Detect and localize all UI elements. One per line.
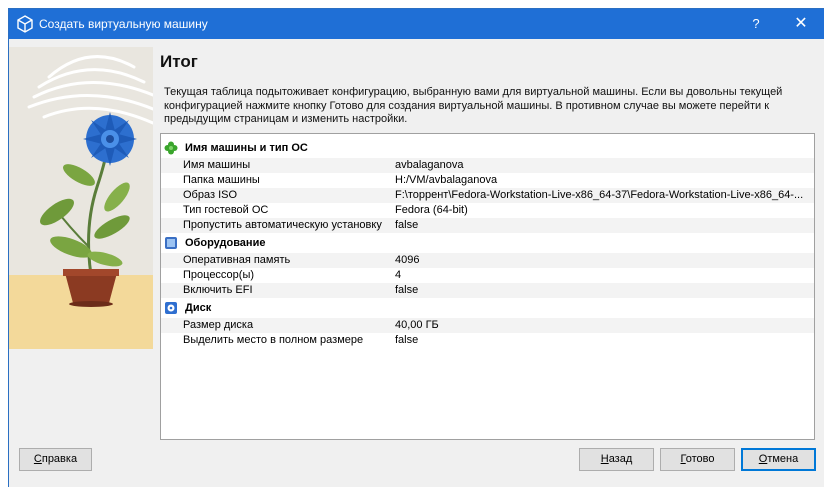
row-value: Fedora (64-bit)	[395, 204, 468, 216]
disk-icon	[165, 302, 177, 314]
finish-label: отово	[685, 453, 715, 465]
table-row[interactable]: Тип гостевой ОС Fedora (64-bit)	[161, 203, 814, 218]
title-bar[interactable]: Создать виртуальную машину ? ✕	[9, 9, 824, 39]
help-label: правка	[41, 453, 78, 465]
row-key: Размер диска	[183, 319, 254, 331]
chip-icon	[165, 237, 177, 249]
window-title: Создать виртуальную машину	[39, 17, 208, 31]
page-description: Текущая таблица подытоживает конфигураци…	[164, 86, 783, 125]
help-mnemonic: С	[33, 453, 42, 465]
plant-illustration	[9, 47, 153, 349]
back-mnemonic: Н	[600, 453, 609, 465]
table-row[interactable]: Включить EFI false	[161, 283, 814, 298]
help-title-button[interactable]: ?	[744, 12, 768, 36]
row-value: false	[395, 219, 419, 231]
back-label: азад	[608, 453, 633, 465]
table-row[interactable]: Процессор(ы) 4	[161, 268, 814, 283]
finish-button[interactable]: Готово	[660, 448, 735, 471]
table-row[interactable]: Выделить место в полном размере false	[161, 333, 814, 348]
row-key: Оперативная память	[183, 254, 291, 266]
row-key: Включить EFI	[183, 284, 253, 296]
row-key: Имя машины	[183, 159, 251, 171]
row-key: Тип гостевой ОС	[183, 204, 269, 216]
table-row[interactable]: Образ ISO F:\торрент\Fedora-Workstation-…	[161, 188, 814, 203]
row-key: Образ ISO	[183, 189, 238, 201]
back-button[interactable]: Назад	[579, 448, 654, 471]
table-row[interactable]: Имя машины avbalaganova	[161, 158, 814, 173]
section-title: Диск	[185, 302, 212, 314]
section-title: Оборудование	[185, 237, 266, 249]
row-key: Процессор(ы)	[183, 269, 255, 281]
dialog-window: Создать виртуальную машину ? ✕ Итог Теку…	[8, 8, 824, 487]
table-row[interactable]: Папка машины H:/VM/avbalaganova	[161, 173, 814, 188]
summary-table[interactable]: Имя машины и тип ОС Имя машины avbalagan…	[160, 133, 815, 440]
table-row[interactable]: Пропустить автоматическую установку fals…	[161, 218, 814, 233]
row-key: Папка машины	[183, 174, 260, 186]
cancel-label: тмена	[767, 453, 799, 465]
close-button[interactable]: ✕	[789, 12, 813, 36]
row-value: 40,00 ГБ	[395, 319, 439, 331]
page-title: Итог	[160, 52, 198, 71]
green-puzzle-icon	[164, 141, 178, 155]
cancel-button[interactable]: Отмена	[741, 448, 816, 471]
row-value: 4096	[395, 254, 420, 266]
row-value: false	[395, 334, 419, 346]
section-title: Имя машины и тип ОС	[185, 142, 308, 154]
section-hardware-header[interactable]: Оборудование	[161, 234, 814, 252]
virtualbox-icon	[17, 15, 33, 33]
row-value: 4	[395, 269, 402, 281]
row-value: F:\торрент\Fedora-Workstation-Live-x86_6…	[395, 189, 804, 201]
table-row[interactable]: Размер диска 40,00 ГБ	[161, 318, 814, 333]
row-value: avbalaganova	[395, 159, 464, 171]
row-value: false	[395, 284, 419, 296]
row-key: Выделить место в полном размере	[183, 334, 364, 346]
section-disk-header[interactable]: Диск	[161, 299, 814, 317]
help-button[interactable]: Справка	[19, 448, 92, 471]
section-machine-header[interactable]: Имя машины и тип ОС	[161, 139, 814, 157]
table-row[interactable]: Оперативная память 4096	[161, 253, 814, 268]
row-key: Пропустить автоматическую установку	[183, 219, 382, 231]
row-value: H:/VM/avbalaganova	[395, 174, 498, 186]
